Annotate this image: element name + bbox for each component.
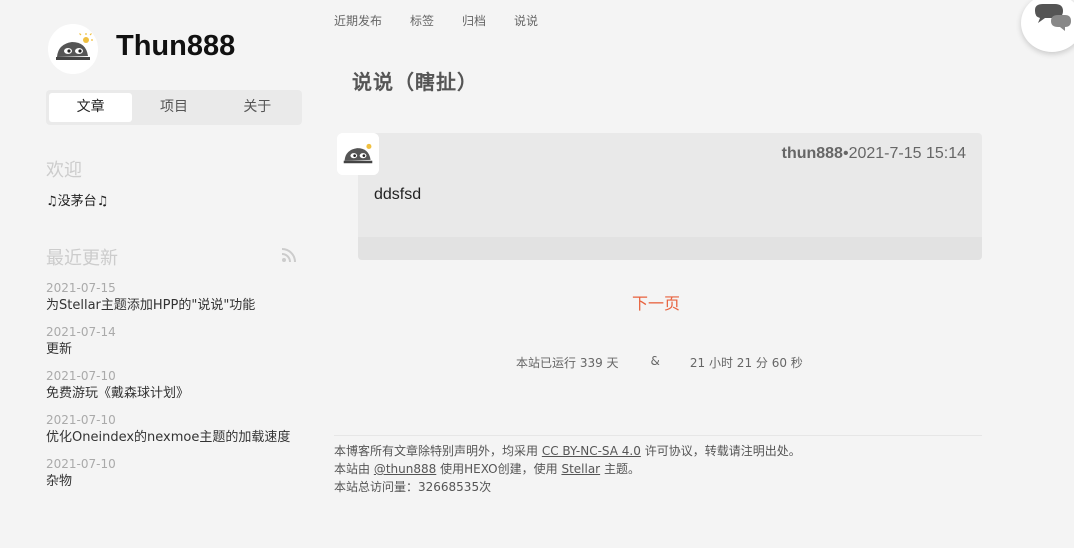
footer-text: 使用HEXO创建，使用 [440,462,558,476]
post-date: 2021-07-14 [46,325,116,339]
visit-count: 本站总访问量：32668535次 [334,480,492,494]
footer-text: 本站由 [334,462,371,476]
nav-talks[interactable]: 说说 [514,12,538,29]
tab-about[interactable]: 关于 [216,93,299,122]
nav-archive[interactable]: 归档 [462,12,486,29]
top-nav: 近期发布 标签 归档 说说 [334,12,538,29]
uptime-amp: & [650,354,660,368]
comment-button[interactable] [1021,0,1074,52]
talk-meta: thun888•2021-7-15 15:14 [782,145,966,163]
talk-author[interactable]: thun888 [782,145,843,162]
welcome-text: ♫没茅台♫ [46,194,109,209]
post-title[interactable]: 为Stellar主题添加HPP的"说说"功能 [46,296,304,316]
footer-text: 本博客所有文章除特别声明外，均采用 [334,444,539,458]
talk-card: thun888•2021-7-15 15:14 ddsfsd [358,133,982,260]
nav-tags[interactable]: 标签 [410,12,434,29]
author-link[interactable]: @thun888 [374,462,436,476]
talk-content: ddsfsd [374,186,422,203]
footer-divider [334,435,982,436]
page-title: 说说（瞎扯） [352,70,478,94]
list-item[interactable]: 2021-07-10 免费游玩《戴森球计划》 [46,368,304,412]
post-date: 2021-07-10 [46,457,116,471]
chat-bubbles-icon [1035,4,1071,31]
post-date: 2021-07-10 [46,369,116,383]
sidebar-tabs: 文章 项目 关于 [46,90,302,125]
talk-footer-bar [358,237,982,260]
uptime-days: 本站已运行 339 天 [516,356,619,370]
sidebar: Thun888 文章 项目 关于 欢迎 ♫没茅台♫ 最近更新 2021-07-1… [46,0,302,548]
post-title[interactable]: 更新 [46,340,304,360]
footer-text: 主题。 [603,462,640,476]
post-title[interactable]: 免费游玩《戴森球计划》 [46,384,304,404]
nav-recent[interactable]: 近期发布 [334,12,382,29]
tab-projects[interactable]: 项目 [132,93,215,122]
post-date: 2021-07-10 [46,413,116,427]
talk-time: 2021-7-15 15:14 [848,145,966,162]
footer-credit-line: 本站由 @thun888 使用HEXO创建，使用 Stellar 主题。 [334,460,801,478]
list-item[interactable]: 2021-07-10 杂物 [46,456,304,500]
rss-icon[interactable] [280,246,298,264]
theme-link[interactable]: Stellar [561,462,600,476]
footer-text: 许可协议，转载请注明出处。 [644,444,801,458]
site-avatar-icon[interactable] [48,24,98,74]
footer: 本博客所有文章除特别声明外，均采用 CC BY-NC-SA 4.0 许可协议，转… [334,442,801,496]
next-page-link[interactable]: 下一页 [632,290,680,314]
post-title[interactable]: 杂物 [46,472,304,492]
welcome-heading: 欢迎 [46,160,82,181]
tab-articles[interactable]: 文章 [49,93,133,122]
post-date: 2021-07-15 [46,281,116,295]
footer-license-line: 本博客所有文章除特别声明外，均采用 CC BY-NC-SA 4.0 许可协议，转… [334,442,801,460]
site-title[interactable]: Thun888 [116,30,235,63]
license-link[interactable]: CC BY-NC-SA 4.0 [542,444,641,458]
recent-updates-heading: 最近更新 [46,248,118,269]
recent-posts-list: 2021-07-15 为Stellar主题添加HPP的"说说"功能 2021-0… [46,280,304,500]
list-item[interactable]: 2021-07-10 优化Oneindex的nexmoe主题的加载速度 [46,412,304,456]
uptime-counter: 本站已运行 339 天 & 21 小时 21 分 60 秒 [516,354,803,371]
list-item[interactable]: 2021-07-14 更新 [46,324,304,368]
list-item[interactable]: 2021-07-15 为Stellar主题添加HPP的"说说"功能 [46,280,304,324]
talk-avatar-icon [337,133,379,175]
uptime-time: 21 小时 21 分 60 秒 [689,356,803,370]
post-title[interactable]: 优化Oneindex的nexmoe主题的加载速度 [46,428,304,448]
